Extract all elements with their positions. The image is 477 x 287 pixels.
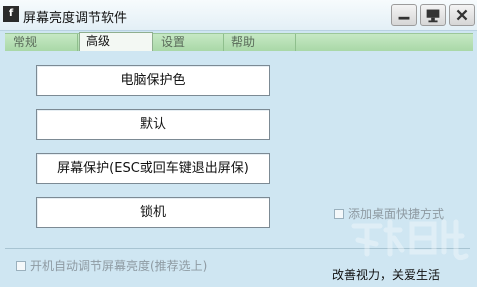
tab-general[interactable]: 常规 <box>7 34 75 51</box>
tab-help[interactable]: 帮助 <box>225 34 295 51</box>
watermark-logo-icon <box>351 219 469 261</box>
monitor-button[interactable] <box>420 4 446 26</box>
eye-care-color-button[interactable]: 电脑保护色 <box>36 65 270 96</box>
tab-advanced[interactable]: 高级 <box>79 32 153 51</box>
title-bar: f 屏幕亮度调节软件 <box>0 0 477 31</box>
auto-adjust-checkbox[interactable] <box>16 260 26 271</box>
app-icon: f <box>3 6 19 22</box>
auto-adjust-label: 开机自动调节屏幕亮度(推荐选上) <box>30 259 208 273</box>
tab-settings[interactable]: 设置 <box>155 34 223 51</box>
monitor-icon <box>426 9 440 23</box>
close-button[interactable] <box>449 4 475 26</box>
close-icon <box>456 9 468 21</box>
tab-divider <box>295 34 296 51</box>
auto-adjust-option[interactable]: 开机自动调节屏幕亮度(推荐选上) <box>16 257 207 274</box>
lock-button[interactable]: 锁机 <box>36 197 270 228</box>
tab-divider <box>223 34 224 51</box>
window-title: 屏幕亮度调节软件 <box>23 11 128 26</box>
desktop-shortcut-checkbox[interactable] <box>334 208 344 219</box>
minimize-icon <box>398 16 410 20</box>
tab-bar: 常规 高级 设置 帮助 <box>5 32 473 51</box>
default-button[interactable]: 默认 <box>36 109 270 140</box>
tab-divider <box>77 34 78 51</box>
minimize-button[interactable] <box>391 4 417 26</box>
screen-saver-button[interactable]: 屏幕保护(ESC或回车键退出屏保) <box>36 153 270 184</box>
